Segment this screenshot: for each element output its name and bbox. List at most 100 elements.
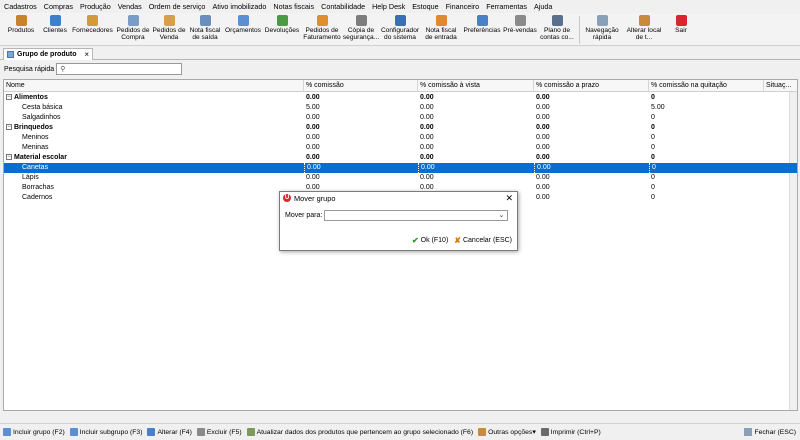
row-name: Canetas (22, 164, 49, 171)
toolbar-button-users[interactable]: Clientes (40, 13, 70, 46)
toolbar-button-preferences[interactable]: Preferências (461, 13, 503, 46)
group-row[interactable]: − Alimentos 0.00 0.00 0.00 0 (4, 93, 797, 103)
ok-button[interactable]: ✔ Ok (F10) (412, 236, 448, 245)
cell-value: 0.00 (420, 104, 434, 111)
collapse-icon[interactable]: − (6, 94, 12, 101)
menu-item-cadastros[interactable]: Cadastros (4, 2, 37, 11)
options-icon (478, 428, 487, 436)
menu-item-produ-o[interactable]: Produção (80, 2, 111, 11)
close-button[interactable]: Fechar (ESC) (744, 428, 796, 436)
menu-item-ferramentas[interactable]: Ferramentas (486, 2, 527, 11)
menu-item-notas-fiscais[interactable]: Notas fiscais (273, 2, 314, 11)
print-icon (540, 428, 549, 436)
table-row[interactable]: Cesta básica 5.00 0.00 0.00 5.00 (4, 103, 797, 113)
cell-value: 0.00 (306, 144, 320, 151)
toolbar-button-chart-of-accounts[interactable]: Plano de contas co... (537, 13, 577, 46)
toolbar-separator (579, 16, 580, 44)
toolbar-button-exit[interactable]: Sair (666, 13, 696, 46)
table-row[interactable]: Canetas 0.00 0.00 0.00 0 (4, 163, 797, 173)
table-row[interactable]: Lápis 0.00 0.00 0.00 0 (4, 173, 797, 183)
toolbar-button-quote[interactable]: Orçamentos (223, 13, 263, 46)
tab-strip: Grupo de produto × (0, 47, 800, 60)
dialog-close-icon[interactable]: ✕ (505, 193, 513, 204)
column-header[interactable]: Situaç... (764, 80, 797, 92)
refresh-button[interactable]: Atualizar dados dos produtos que pertenc… (246, 428, 473, 436)
dialog-title-bar: U Mover grupo ✕ (280, 192, 517, 204)
toolbar-button-supplier[interactable]: Fornecedores (70, 13, 115, 46)
table-row[interactable]: Meninos 0.00 0.00 0.00 0 (4, 133, 797, 143)
toolbar-button-purchase-order[interactable]: Pedidos de Compra (115, 13, 151, 46)
group-row[interactable]: − Material escolar 0.00 0.00 0.00 0 (4, 153, 797, 163)
action-label: Outras opções (488, 428, 533, 436)
toolbar-button-backup[interactable]: Cópia de segurança... (343, 13, 379, 46)
quick-search-row: Pesquisa rápida ⚲ (0, 62, 800, 76)
menu-item-contabilidade[interactable]: Contabilidade (321, 2, 365, 11)
exit-icon (675, 15, 687, 26)
delete-button[interactable]: Excluir (F5) (196, 428, 242, 436)
app-logo-icon: U (283, 194, 291, 202)
bottom-action-bar: Incluir grupo (F2) Incluir subgrupo (F3) A… (0, 423, 800, 440)
table-row[interactable]: Salgadinhos 0.00 0.00 0.00 0 (4, 113, 797, 123)
add-group-button[interactable]: Incluir grupo (F2) (3, 428, 65, 436)
menu-item-estoque[interactable]: Estoque (412, 2, 438, 11)
table-row[interactable]: Meninas 0.00 0.00 0.00 0 (4, 143, 797, 153)
menu-item-compras[interactable]: Compras (44, 2, 73, 11)
edit-button[interactable]: Alterar (F4) (147, 428, 192, 436)
check-icon: ✔ (411, 236, 419, 245)
menu-item-vendas[interactable]: Vendas (118, 2, 142, 11)
chevron-down-icon[interactable]: ▾ (532, 428, 535, 436)
tab-close-icon[interactable]: × (84, 50, 89, 59)
chevron-down-icon[interactable]: ⌄ (498, 211, 504, 221)
cell-value: 0 (651, 154, 655, 161)
cell-value: 0.00 (306, 114, 320, 121)
cell-name: Meninos (22, 133, 302, 143)
menu-item-help-desk[interactable]: Help Desk (372, 2, 405, 11)
menu-item-ativo-imobilizado[interactable]: Ativo imobilizado (212, 2, 266, 11)
refresh-icon (246, 428, 255, 436)
quick-search-input[interactable] (67, 65, 168, 73)
toolbar-button-quick-nav[interactable]: Navegação rápida (582, 13, 622, 46)
options-button[interactable]: Outras opções ▾ (478, 428, 536, 436)
menu-item-ajuda[interactable]: Ajuda (534, 2, 552, 11)
toolbar-button-home[interactable]: Alterar local de t... (622, 13, 666, 46)
toolbar-button-return[interactable]: Devoluções (263, 13, 301, 46)
cell-name: − Brinquedos (6, 123, 286, 133)
cell-value: 0.00 (420, 94, 434, 101)
toolbar-button-config[interactable]: Configurador do sistema (379, 13, 421, 46)
toolbar-button-cart[interactable]: Pré-vendas (503, 13, 537, 46)
quick-search-box[interactable]: ⚲ (56, 63, 183, 75)
cell-value: 5.00 (306, 104, 320, 111)
collapse-icon[interactable]: − (6, 154, 12, 161)
group-row[interactable]: − Brinquedos 0.00 0.00 0.00 0 (4, 123, 797, 133)
toolbar-button-label: Produtos (7, 27, 35, 34)
tab-grupo-de-produto[interactable]: Grupo de produto × (3, 48, 93, 60)
toolbar: Produtos Clientes Fornecedores Pedidos de C… (0, 13, 800, 46)
ok-button-label: Ok (F10) (420, 237, 449, 244)
row-name: Cadernos (22, 194, 53, 201)
column-header[interactable]: % comissão à vista (418, 80, 534, 92)
cell-value: 0 (651, 94, 655, 101)
toolbar-button-invoice-out[interactable]: Nota fiscal de saída (187, 13, 223, 46)
menu-item-ordem-de-servi-o[interactable]: Ordem de serviço (149, 2, 206, 11)
toolbar-button-billing-order[interactable]: Pedidos de Faturamento (301, 13, 343, 46)
toolbar-button-sales-order[interactable]: Pedidos de Venda (151, 13, 187, 46)
quick-nav-icon (596, 15, 608, 26)
column-header[interactable]: % comissão (304, 80, 418, 92)
cancel-button[interactable]: ✘ Cancelar (ESC) (454, 236, 512, 245)
column-header[interactable]: % comissão a prazo (534, 80, 649, 92)
cell-name: Meninas (22, 143, 302, 153)
edit-icon (147, 428, 156, 436)
toolbar-button-invoice-in[interactable]: Nota fiscal de entrada (421, 13, 461, 46)
backup-icon (355, 15, 367, 26)
collapse-icon[interactable]: − (6, 124, 12, 131)
column-header[interactable]: Nome (4, 80, 304, 92)
column-header[interactable]: % comissão na quitação (649, 80, 764, 92)
toolbar-button-label: Nota fiscal de entrada (425, 27, 457, 41)
menu-item-financeiro[interactable]: Financeiro (446, 2, 480, 11)
add-subgroup-button[interactable]: Incluir subgrupo (F3) (69, 428, 142, 436)
move-to-select[interactable]: ⌄ (324, 210, 509, 221)
toolbar-button-box[interactable]: Produtos (2, 13, 40, 46)
cart-icon (514, 15, 526, 26)
menu-bar: Cadastros Compras Produção Vendas Ordem de s… (0, 0, 800, 13)
print-button[interactable]: Imprimir (Ctrl+P) (540, 428, 601, 436)
